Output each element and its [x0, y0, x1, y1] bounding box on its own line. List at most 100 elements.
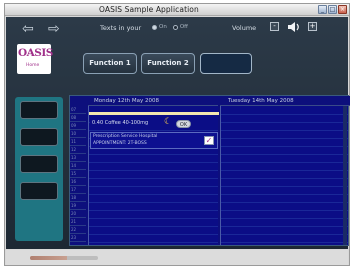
calendar-gridline	[221, 202, 348, 203]
time-slot-label: 22	[70, 226, 86, 234]
calendar-gridline	[221, 146, 348, 147]
calendar-gridline	[89, 202, 218, 203]
calendar-gridline	[221, 114, 348, 115]
side-button-2[interactable]	[20, 128, 58, 146]
time-column: 07 08 09 10 11 12 13 14 15 16 17 18 19 20 21 22 23	[70, 106, 86, 245]
calendar-gridline	[221, 242, 348, 243]
calendar-gridline	[221, 218, 348, 219]
speaker-icon[interactable]	[287, 21, 301, 33]
radio-on[interactable]: On	[152, 24, 167, 30]
window-controls: _ □ ×	[318, 5, 347, 14]
ok-button[interactable]: OK	[176, 120, 191, 128]
radio-dot[interactable]	[152, 24, 157, 30]
time-slot-label: 15	[70, 170, 86, 178]
time-slot-label: 08	[70, 114, 86, 122]
texts-label: Texts in your	[100, 24, 142, 32]
calendar-gridline	[221, 186, 348, 187]
calendar-gridline	[221, 138, 348, 139]
progress-bar	[30, 256, 98, 260]
status-bar	[6, 250, 348, 265]
calendar-gridline	[221, 154, 348, 155]
time-slot-label: 12	[70, 146, 86, 154]
time-slot-label: 13	[70, 154, 86, 162]
calendar-gridline	[221, 194, 348, 195]
minimize-button[interactable]: _	[318, 5, 327, 14]
calendar-gridline	[221, 130, 348, 131]
calendar-gridline	[89, 210, 218, 211]
time-slot-label: 10	[70, 130, 86, 138]
side-button-4[interactable]	[20, 182, 58, 200]
maximize-button[interactable]: □	[328, 5, 337, 14]
top-toolbar: ⇦ ⇨ Texts in your On Off Volume - +	[6, 17, 348, 41]
time-slot-label: 21	[70, 218, 86, 226]
calendar-gridline	[89, 162, 218, 163]
calendar-gridline	[89, 218, 218, 219]
calendar-gridline	[89, 226, 218, 227]
calendar-scrollbar[interactable]	[343, 106, 347, 245]
appointment-line-1: Prescription Service Hospital	[93, 134, 158, 139]
calendar-gridline	[221, 234, 348, 235]
calendar-gridline	[89, 178, 218, 179]
calendar-gridline	[89, 170, 218, 171]
function-2-button[interactable]: Function 2	[141, 53, 195, 74]
calendar-gridline	[89, 154, 218, 155]
time-slot-label: 09	[70, 122, 86, 130]
radio-dot[interactable]	[172, 24, 178, 30]
day-header-monday: Monday 12th May 2008	[88, 96, 218, 106]
logo-word: OASIS	[18, 47, 53, 59]
calendar-gridline	[89, 242, 218, 243]
radio-label: Off	[179, 24, 188, 30]
title-bar: OASIS Sample Application _ □ ×	[5, 4, 349, 16]
calendar-gridline	[221, 178, 348, 179]
appointment-hospital[interactable]: Prescription Service Hospital APPOINTMEN…	[90, 132, 218, 149]
appointment-checkbox[interactable]: ✓	[204, 136, 214, 145]
moon-icon: ☾	[164, 117, 173, 127]
oasis-logo[interactable]: OASIS Home	[17, 44, 53, 74]
function-3-button[interactable]	[200, 53, 252, 74]
texts-radio-group: On Off	[152, 24, 188, 30]
time-slot-label: 18	[70, 194, 86, 202]
progress-fill	[30, 256, 68, 260]
volume-label: Volume	[232, 24, 257, 32]
time-slot-label: 16	[70, 178, 86, 186]
time-slot-label: 17	[70, 186, 86, 194]
radio-off[interactable]: Off	[172, 24, 188, 30]
calendar-gridline	[221, 122, 348, 123]
side-button-3[interactable]	[20, 155, 58, 173]
radio-label: On	[159, 24, 167, 30]
calendar-gridline	[89, 194, 218, 195]
side-panel	[15, 97, 63, 241]
appointment-medication[interactable]: 0.40 Coffee 40-100mg ☾ OK	[90, 118, 218, 129]
current-time-indicator	[89, 112, 219, 115]
calendar-gridline	[221, 226, 348, 227]
function-1-button[interactable]: Function 1	[83, 53, 137, 74]
calendar-gridline	[221, 170, 348, 171]
calendar-gridline	[89, 130, 218, 131]
forward-arrow-icon[interactable]: ⇨	[48, 22, 60, 36]
time-slot-label: 07	[70, 106, 86, 114]
appointment-line-2: APPOINTMENT: 2T-BOSS	[93, 141, 147, 146]
time-slot-label: 20	[70, 210, 86, 218]
app-content: ⇦ ⇨ Texts in your On Off Volume - + OASI…	[6, 17, 350, 249]
close-button[interactable]: ×	[338, 5, 347, 14]
calendar-gridline	[221, 162, 348, 163]
side-button-1[interactable]	[20, 101, 58, 119]
back-arrow-icon[interactable]: ⇦	[22, 22, 34, 36]
time-slot-label: 14	[70, 162, 86, 170]
logo-subtitle: Home	[26, 63, 40, 68]
calendar-gridline	[89, 186, 218, 187]
volume-up-button[interactable]: +	[308, 22, 317, 31]
day-header-tuesday: Tuesday 14th May 2008	[220, 96, 350, 106]
volume-down-button[interactable]: -	[270, 22, 279, 31]
day-column-monday[interactable]: 0.40 Coffee 40-100mg ☾ OK Prescription S…	[88, 106, 219, 245]
calendar-gridline	[221, 210, 348, 211]
time-slot-label: 23	[70, 234, 86, 242]
day-column-tuesday[interactable]	[220, 106, 348, 245]
calendar-gridline	[89, 234, 218, 235]
calendar-view: Monday 12th May 2008 Tuesday 14th May 20…	[69, 95, 350, 246]
app-window: OASIS Sample Application _ □ × ⇦ ⇨ Texts…	[4, 3, 350, 266]
time-slot-label: 19	[70, 202, 86, 210]
appointment-text: 0.40 Coffee 40-100mg	[92, 120, 149, 126]
window-title: OASIS Sample Application	[99, 5, 199, 14]
time-slot-label: 11	[70, 138, 86, 146]
